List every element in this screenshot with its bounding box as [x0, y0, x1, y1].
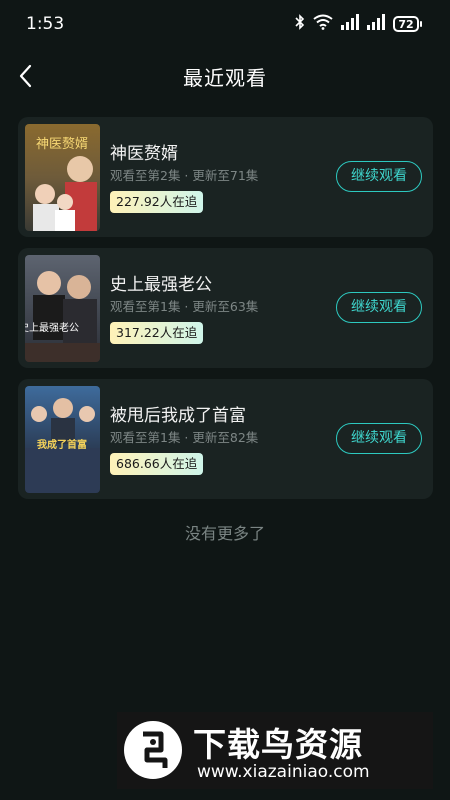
- continue-watching-button[interactable]: 继续观看: [336, 161, 422, 192]
- episode-progress: 观看至第2集 · 更新至71集: [110, 168, 259, 183]
- drama-title: 史上最强老公: [110, 275, 212, 295]
- followers-badge: 227.92人在追: [110, 191, 204, 213]
- end-of-list-text: 没有更多了: [184, 524, 265, 543]
- top-bar: 最近观看: [0, 48, 450, 104]
- drama-title: 神医赘婿: [110, 144, 178, 164]
- bluetooth-icon: [295, 14, 305, 34]
- continue-watching-button[interactable]: 继续观看: [336, 292, 422, 323]
- poster-thumbnail[interactable]: 神医赘婿: [25, 124, 100, 231]
- status-icons: 72: [295, 14, 422, 34]
- poster-title-text: 史上最强老公: [25, 321, 79, 334]
- watermark-url: www.xiazainiao.com: [197, 762, 370, 782]
- page-title: 最近观看: [183, 66, 267, 90]
- battery-level: 72: [393, 16, 419, 32]
- episode-progress: 观看至第1集 · 更新至63集: [110, 299, 259, 314]
- poster-thumbnail[interactable]: 史上最强老公: [25, 255, 100, 362]
- poster-title-text: 我成了首富: [37, 438, 87, 451]
- signal-icon-2: [367, 14, 385, 34]
- watermark-name: 下载鸟资源: [193, 725, 363, 764]
- list-item[interactable]: 我成了首富 被甩后我成了首富 观看至第1集 · 更新至82集 686.66人在追…: [18, 379, 433, 499]
- wifi-icon: [313, 14, 333, 34]
- drama-title: 被甩后我成了首富: [110, 406, 246, 426]
- poster-thumbnail[interactable]: 我成了首富: [25, 386, 100, 493]
- bird-logo-icon: [123, 720, 183, 780]
- battery-icon: 72: [393, 16, 422, 32]
- status-time: 1:53: [26, 14, 65, 34]
- signal-icon: [341, 14, 359, 34]
- list-item[interactable]: 史上最强老公 史上最强老公 观看至第1集 · 更新至63集 317.22人在追 …: [18, 248, 433, 368]
- status-bar: 1:53 72: [0, 0, 450, 48]
- history-list: 神医赘婿 神医赘婿 观看至第2集 · 更新至71集 227.92人在追 继续观看: [18, 117, 433, 510]
- continue-watching-button[interactable]: 继续观看: [336, 423, 422, 454]
- followers-badge: 686.66人在追: [110, 453, 204, 475]
- list-item[interactable]: 神医赘婿 神医赘婿 观看至第2集 · 更新至71集 227.92人在追 继续观看: [18, 117, 433, 237]
- watermark: 下载鸟资源 www.xiazainiao.com: [117, 712, 433, 789]
- followers-badge: 317.22人在追: [110, 322, 204, 344]
- poster-title-text: 神医赘婿: [36, 136, 88, 152]
- episode-progress: 观看至第1集 · 更新至82集: [110, 430, 259, 445]
